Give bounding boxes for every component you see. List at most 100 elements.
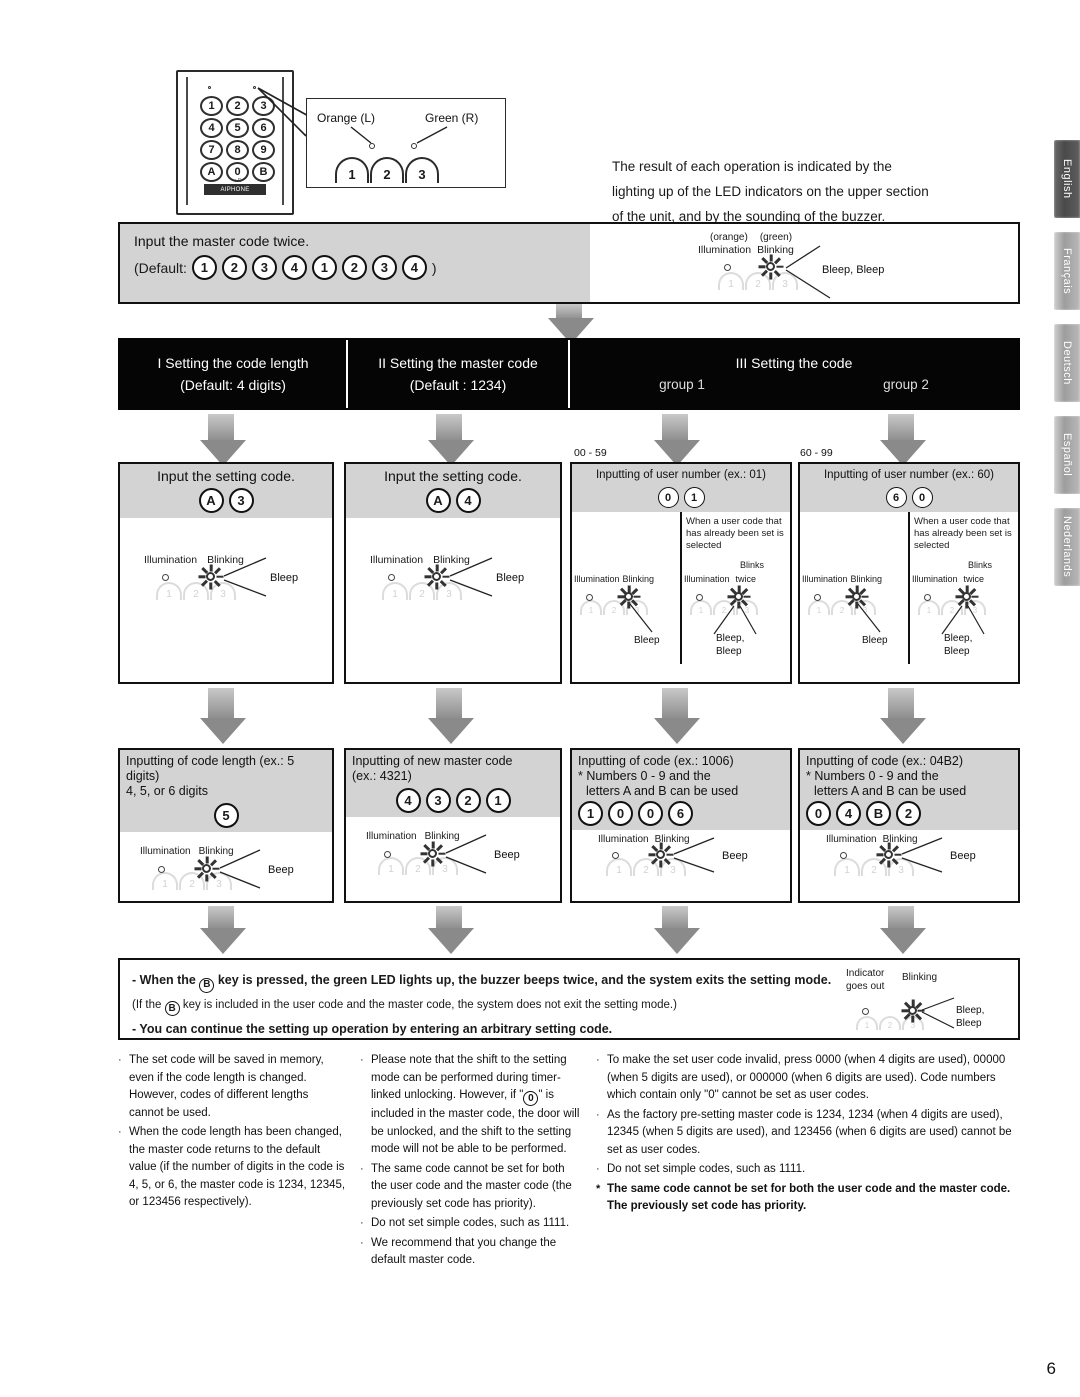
row3-col2-box: Inputting of new master code (ex.: 4321)… (344, 748, 562, 903)
flow-connector (436, 906, 462, 930)
language-tab-deutsch[interactable]: Deutsch (1054, 324, 1080, 402)
row2-group1-right-panel: When a user code that has already been s… (682, 512, 790, 664)
footnote-item: · Please note that the shift to the sett… (360, 1052, 582, 1159)
code-key: 6 (668, 801, 693, 826)
section-col-2-title: II Setting the master code (378, 355, 538, 371)
flow-connector (888, 414, 914, 442)
footnote-text: Please note that the shift to the settin… (371, 1052, 582, 1159)
footnote-text: When the code length has been changed, t… (129, 1126, 346, 1208)
exit-note-line-2-a: (If the (132, 998, 162, 1011)
footnote-text: To make the set user code invalid, press… (607, 1054, 1006, 1101)
row3-group2-title-3: letters A and B can be used (814, 784, 967, 798)
footnote-text: The set code will be saved in memory, ev… (129, 1054, 324, 1119)
keypad-key: 1 (200, 96, 223, 116)
footnote-item: · The same code cannot be set for both t… (360, 1161, 582, 1214)
row2-col1-head: Input the setting code. A 3 (120, 464, 332, 518)
code-key: 3 (228, 488, 254, 513)
footnote-item: · To make the set user code invalid, pre… (596, 1052, 1028, 1105)
section-col-1-default: (Default: 4 digits) (180, 377, 286, 393)
language-tab-nederlands[interactable]: Nederlands (1054, 508, 1080, 586)
master-code-step-box: Input the master code twice. (Default: 1… (118, 222, 1020, 304)
section-col-1: I Setting the code length (Default: 4 di… (120, 340, 348, 408)
led-blinking-icon (845, 585, 868, 608)
illumination-label: Illumination (366, 831, 417, 842)
blinking-label: Blinking (850, 574, 883, 584)
code-key: 0 (911, 487, 933, 508)
section-col-1-title: I Setting the code length (157, 355, 309, 371)
bullet-dot-icon: · (118, 1126, 122, 1138)
code-key: 1 (683, 487, 705, 508)
beep-label: Beep (494, 849, 520, 861)
row2-col1-box: Input the setting code. A 3 Illumination… (118, 462, 334, 684)
footnote-item: · We recommend that you change the defau… (360, 1235, 582, 1270)
bullet-dot-icon: · (596, 1054, 600, 1066)
flow-connector (662, 414, 688, 442)
footnote-column-2: · Please note that the shift to the sett… (360, 1052, 582, 1272)
row3-col2-title-1: Inputting of new master code (352, 754, 513, 768)
led-blinking-icon (876, 842, 901, 867)
group-2-label: group 2 (883, 377, 929, 392)
language-tab-espanol[interactable]: Español (1054, 416, 1080, 494)
b-key-icon: B (164, 1001, 180, 1016)
intro-line-1: The result of each operation is indicate… (612, 159, 892, 174)
keypad-key: B (252, 162, 275, 182)
exit-note-box: - When the B key is pressed, the green L… (118, 958, 1020, 1040)
exit-note-line-2: (If the B key is included in the user co… (132, 993, 846, 1017)
footnote-column-3: · To make the set user code invalid, pre… (596, 1052, 1028, 1272)
row3-col1-title-1: Inputting of code length (ex.: 5 digits) (126, 754, 295, 783)
footnote-item-starred: * The same code cannot be set for both t… (596, 1181, 1028, 1216)
illumination-label: Illumination (826, 834, 877, 845)
row2-group2-title: Inputting of user number (ex.: 60) (823, 469, 995, 481)
led-off-icon (612, 852, 619, 859)
illumination-label: Illumination (370, 554, 424, 566)
beep-label: Bleep (634, 635, 660, 646)
master-code-instruction: Input the master code twice. (Default: 1… (120, 224, 590, 302)
row2-col2-head: Input the setting code. A 4 (346, 464, 560, 518)
already-set-note: When a user code that has already been s… (686, 516, 784, 551)
led-blinking-icon (727, 585, 750, 608)
language-tab-label: English (1061, 159, 1073, 199)
intro-line-2: lighting up of the LED indicators on the… (612, 184, 929, 199)
code-key: 0 (806, 801, 831, 826)
code-key: 0 (608, 801, 633, 826)
row3-col2-title-2: (ex.: 4321) (352, 769, 412, 783)
asterisk-icon: * (596, 1182, 601, 1195)
button-arc: 3 (405, 157, 439, 183)
code-key: 2 (221, 255, 247, 280)
orange-led-dot-icon (208, 86, 211, 89)
footnote-text: We recommend that you change the default… (371, 1236, 557, 1267)
default-prefix: (Default: (134, 259, 187, 276)
row2-col1-title: Input the setting code. (157, 468, 295, 484)
led-off-icon (388, 574, 395, 581)
bullet-dot-icon: · (360, 1054, 364, 1066)
code-key: 0 (638, 801, 663, 826)
keypad-key: 7 (200, 140, 223, 160)
led-off-icon (814, 594, 821, 601)
row3-group1-title-2: * Numbers 0 - 9 and the (578, 769, 711, 783)
flow-connector (662, 688, 688, 720)
row3-col1-box: Inputting of code length (ex.: 5 digits)… (118, 748, 334, 903)
flow-connector (208, 414, 234, 442)
footnote-item: · As the factory pre-setting master code… (596, 1107, 1028, 1160)
language-tab-francais[interactable]: Français (1054, 232, 1080, 310)
exit-note-line-1-a: - When the (132, 973, 196, 987)
group-1-label: group 1 (659, 377, 705, 392)
blinks-twice-label-top: Blinks (968, 560, 993, 570)
row2-group1-head: Inputting of user number (ex.: 01) 0 1 (572, 464, 790, 512)
button-arc: 2 (370, 157, 404, 183)
bullet-dot-icon: · (360, 1236, 364, 1249)
led-off-icon (158, 866, 165, 873)
row3-group1-head: Inputting of code (ex.: 1006) * Numbers … (572, 750, 790, 830)
row3-group1-title-3: letters A and B can be used (586, 784, 739, 798)
code-key: 0 (657, 487, 679, 508)
intro-paragraph: The result of each operation is indicate… (612, 154, 1004, 229)
footnote-item: · Do not set simple codes, such as 1111. (360, 1215, 582, 1233)
code-key: 3 (425, 788, 451, 813)
row2-group2-box: Inputting of user number (ex.: 60) 6 0 I… (798, 462, 1020, 684)
indicator-goes-out-label-2: goes out (846, 981, 885, 992)
code-key: 1 (485, 788, 511, 813)
led-blinking-icon (420, 841, 445, 866)
keypad-key: A (200, 162, 223, 182)
code-key: B (866, 801, 891, 826)
language-tab-english[interactable]: English (1054, 140, 1080, 218)
